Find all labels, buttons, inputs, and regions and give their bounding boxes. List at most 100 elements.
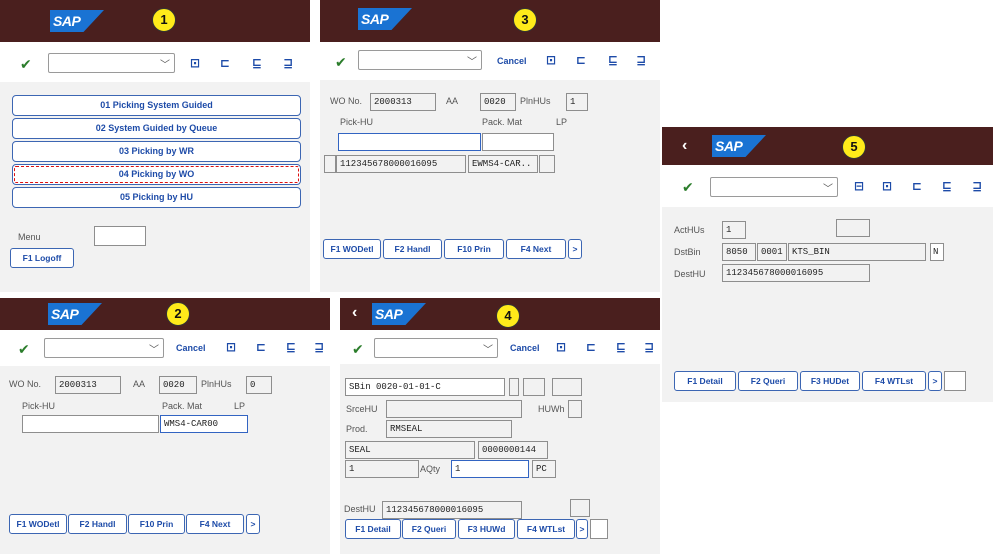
cancel-button[interactable]: Cancel [176,342,206,354]
pack-mat-input[interactable] [482,133,554,151]
screen-1-picking-menu: SAP 1 ✔ ﹀ ⊡ ⊏ ⊑ ⊒ 01 Picking System Guid… [0,0,310,292]
f2-handling-button[interactable]: F2 Handl [383,239,442,259]
dstbin-flag-input[interactable]: N [930,243,944,261]
check-icon[interactable]: ✔ [18,342,30,356]
hu-row-lp [539,155,555,173]
toolbar: ✔ ﹀ ⊡ ⊏ ⊑ ⊒ [0,42,310,82]
menu-item-picking-by-wo[interactable]: 04 Picking by WO [12,164,301,185]
wo-position-field: 0020 [480,93,516,111]
f2-queries-button[interactable]: F2 Queri [738,371,798,391]
pick-hu-input[interactable] [338,133,481,151]
sbin-field[interactable]: SBin 0020-01-01-C [345,378,505,396]
page-end-icon[interactable]: ⊒ [644,341,654,353]
row-selector[interactable] [324,155,336,173]
command-field[interactable]: ﹀ [710,177,838,197]
command-field[interactable]: ﹀ [48,53,175,73]
check-icon[interactable]: ✔ [682,180,694,194]
screen-5-destination-bin: ‹ SAP 5 ✔ ﹀ ⊟ ⊡ ⊏ ⊑ ⊒ ActHUs 1 DstBin 80… [662,127,993,402]
f4-wt-list-button[interactable]: F4 WTLst [862,371,926,391]
menu-item-picking-by-hu[interactable]: 05 Picking by HU [12,187,301,208]
check-icon[interactable]: ✔ [20,57,32,71]
f10-print-button[interactable]: F10 Prin [444,239,504,259]
page-end-icon[interactable]: ⊒ [283,57,293,69]
pick-hu-input[interactable] [22,415,159,433]
toolbar: ✔ ﹀ ⊟ ⊡ ⊏ ⊑ ⊒ [662,165,993,207]
aa-label: AA [446,96,459,106]
page-down-icon[interactable]: ⊑ [286,341,296,353]
f10-print-button[interactable]: F10 Prin [128,514,185,534]
desthu-label: DestHU [674,269,706,279]
f4-wt-list-button[interactable]: F4 WTLst [517,519,575,539]
check-icon[interactable]: ✔ [352,342,364,356]
command-field[interactable]: ﹀ [358,50,482,70]
f1-wo-detail-button[interactable]: F1 WODetl [9,514,67,534]
window-icon[interactable]: ⊏ [586,341,596,353]
step-badge: 2 [166,302,190,326]
sap-logo: SAP [712,135,766,157]
logoff-button[interactable]: F1 Logoff [10,248,74,268]
dstbin-label: DstBin [674,247,701,257]
cancel-button[interactable]: Cancel [510,342,540,354]
sbin-extra-1 [509,378,519,396]
sbin-label: SBin [349,382,371,392]
plnhus-field: 0 [246,376,272,394]
hu-row-pack-mat: EWMS4-CAR.. [468,155,538,173]
more-button[interactable]: > [568,239,582,259]
lp-label: LP [234,401,246,411]
chevron-down-icon: ﹀ [483,345,493,356]
page-down-icon[interactable]: ⊑ [252,57,262,69]
pick-hu-label: Pick-HU [22,401,55,411]
back-icon[interactable]: ‹ [682,138,687,154]
huwh-field [568,400,582,418]
f3-hu-detail-button[interactable]: F3 HUDet [800,371,860,391]
toolbar: ✔ ﹀ Cancel ⊡ ⊏ ⊑ ⊒ [320,42,660,80]
acthus-extra [836,219,870,237]
window-up-icon[interactable]: ⊡ [190,57,200,69]
f1-wo-detail-button[interactable]: F1 WODetl [323,239,381,259]
page-end-icon[interactable]: ⊒ [314,341,324,353]
f1-detail-button[interactable]: F1 Detail [345,519,401,539]
window-up-icon[interactable]: ⊡ [546,54,556,66]
desthu-label: DestHU [344,504,376,514]
f2-handling-button[interactable]: F2 Handl [68,514,127,534]
f3-hu-wd-button[interactable]: F3 HUWd [458,519,515,539]
f4-next-button[interactable]: F4 Next [506,239,566,259]
check-icon[interactable]: ✔ [335,55,347,69]
menu-item-picking-by-wr[interactable]: 03 Picking by WR [12,141,301,162]
command-field[interactable]: ﹀ [374,338,498,358]
page-down-icon[interactable]: ⊑ [616,341,626,353]
more-button[interactable]: > [246,514,260,534]
f1-detail-button[interactable]: F1 Detail [674,371,736,391]
aqty-input[interactable]: 1 [451,460,529,478]
menu-label: Menu [18,232,41,242]
pick-hu-label: Pick-HU [340,117,373,127]
cancel-button[interactable]: Cancel [497,55,527,67]
desthu-field: 112345678000016095 [382,501,522,519]
pack-mat-input[interactable]: WMS4-CAR00 [160,415,248,433]
more-button[interactable]: > [928,371,942,391]
window-icon[interactable]: ⊏ [220,57,230,69]
window-up-icon[interactable]: ⊡ [882,180,892,192]
back-icon[interactable]: ‹ [352,305,357,321]
menu-item-system-guided-by-queue[interactable]: 02 System Guided by Queue [12,118,301,139]
page-down-icon[interactable]: ⊑ [942,180,952,192]
dstbin-name-field: KTS_BIN [788,243,926,261]
more-button[interactable]: > [576,519,588,539]
sbin-extra-3 [552,378,582,396]
shell-bar: ‹ SAP 5 [662,127,993,165]
page-end-icon[interactable]: ⊒ [636,54,646,66]
menu-item-picking-system-guided[interactable]: 01 Picking System Guided [12,95,301,116]
page-down-icon[interactable]: ⊑ [608,54,618,66]
command-field[interactable]: ﹀ [44,338,164,358]
window-icon[interactable]: ⊏ [256,341,266,353]
window-up-icon[interactable]: ⊡ [556,341,566,353]
f4-next-button[interactable]: F4 Next [186,514,244,534]
window-icon[interactable]: ⊏ [576,54,586,66]
aa-label: AA [133,379,146,389]
f2-queries-button[interactable]: F2 Queri [402,519,456,539]
menu-input[interactable] [94,226,146,246]
window-up-icon[interactable]: ⊡ [226,341,236,353]
page-end-icon[interactable]: ⊒ [972,180,982,192]
save-icon[interactable]: ⊟ [854,180,864,192]
window-icon[interactable]: ⊏ [912,180,922,192]
